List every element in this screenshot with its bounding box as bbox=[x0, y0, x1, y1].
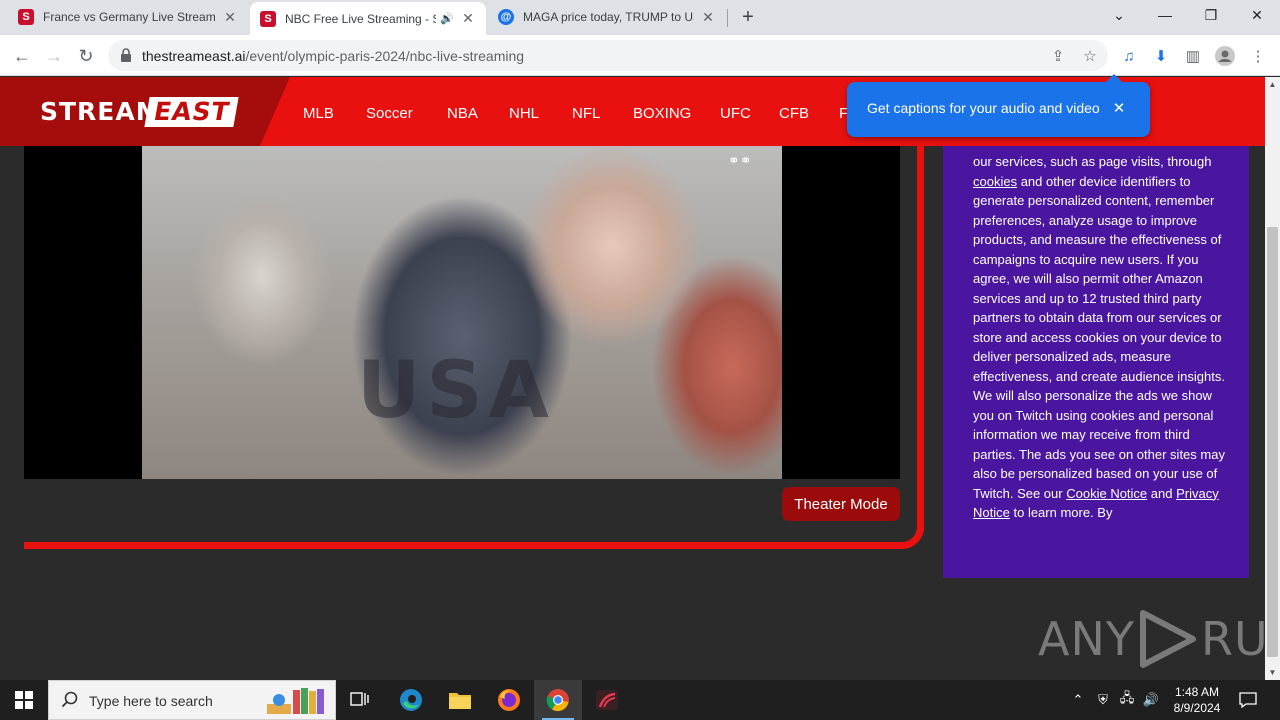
download-icon[interactable]: ⬇ bbox=[1150, 45, 1172, 67]
browser-tab-strip: S France vs Germany Live Streamin ✕ S NB… bbox=[0, 0, 1280, 35]
search-placeholder: Type here to search bbox=[89, 693, 213, 709]
share-icon[interactable]: ⇪ bbox=[1048, 46, 1068, 66]
windows-taskbar: Type here to search ⌃ ⛨ 🖧 🔊 1:48 AM 8/9/… bbox=[0, 680, 1280, 720]
tab-separator bbox=[727, 9, 728, 27]
close-tab-icon[interactable]: ✕ bbox=[222, 9, 238, 25]
tab-search-chevron-down-icon[interactable]: ⌄ bbox=[1096, 0, 1142, 30]
taskbar-search-box[interactable]: Type here to search bbox=[48, 680, 336, 720]
edge-browser-icon[interactable] bbox=[387, 680, 435, 720]
live-caption-popup: Get captions for your audio and video ✕ bbox=[847, 74, 1150, 137]
theater-mode-button[interactable]: Theater Mode bbox=[782, 487, 900, 521]
restore-button[interactable]: ❐ bbox=[1188, 0, 1234, 30]
nav-link-boxing[interactable]: BOXING bbox=[633, 105, 691, 122]
nav-link-nhl[interactable]: NHL bbox=[509, 105, 539, 122]
scroll-down-arrow-icon[interactable]: ▼ bbox=[1265, 665, 1280, 680]
task-view-icon[interactable] bbox=[336, 680, 384, 720]
scrollbar-thumb[interactable] bbox=[1267, 227, 1278, 657]
site-logo-stream[interactable]: STREAM bbox=[40, 97, 162, 126]
close-tab-icon[interactable]: ✕ bbox=[460, 10, 476, 27]
volume-icon[interactable]: 🔊 bbox=[1140, 680, 1162, 720]
url-text: thestreameast.ai/event/olympic-paris-202… bbox=[142, 48, 525, 64]
play-triangle-icon bbox=[1139, 610, 1196, 668]
firefox-icon[interactable] bbox=[485, 680, 533, 720]
windows-logo-icon bbox=[15, 691, 33, 709]
nav-link-nba[interactable]: NBA bbox=[447, 105, 478, 122]
video-overlay-text: USA bbox=[357, 346, 555, 436]
clock-time: 1:48 AM bbox=[1174, 685, 1220, 699]
red-frame-horizontal bbox=[24, 542, 904, 549]
clock-date: 8/9/2024 bbox=[1173, 701, 1221, 715]
media-controls-icon[interactable]: ♫ bbox=[1118, 45, 1140, 67]
chrome-icon[interactable] bbox=[534, 680, 582, 720]
reload-icon[interactable]: ↻ bbox=[72, 42, 100, 70]
bookmark-star-icon[interactable]: ☆ bbox=[1080, 46, 1100, 66]
books-highlight-icon bbox=[267, 688, 324, 714]
browser-toolbar: ← → ↻ thestreameast.ai/event/olympic-par… bbox=[0, 35, 1280, 76]
back-arrow-icon[interactable]: ← bbox=[8, 42, 36, 70]
close-tab-icon[interactable]: ✕ bbox=[700, 9, 716, 25]
close-icon[interactable]: ✕ bbox=[1109, 98, 1129, 118]
browser-tab-france-germany[interactable]: S France vs Germany Live Streamin ✕ bbox=[8, 2, 248, 32]
profile-avatar-icon[interactable] bbox=[1214, 45, 1236, 67]
file-explorer-icon[interactable] bbox=[436, 680, 484, 720]
nav-link-cfb[interactable]: CFB bbox=[779, 105, 809, 122]
scroll-up-arrow-icon[interactable]: ▲ bbox=[1265, 77, 1280, 92]
cookie-consent-panel: our services, such as page visits, throu… bbox=[943, 146, 1249, 578]
taskbar-clock[interactable]: 1:48 AM 8/9/2024 bbox=[1162, 684, 1232, 716]
close-window-button[interactable]: ✕ bbox=[1234, 0, 1280, 30]
cookies-link[interactable]: cookies bbox=[973, 174, 1017, 189]
tray-chevron-up-icon[interactable]: ⌃ bbox=[1068, 680, 1088, 720]
app-icon[interactable] bbox=[583, 680, 631, 720]
search-icon bbox=[61, 691, 78, 708]
lock-icon[interactable] bbox=[120, 48, 132, 62]
network-icon[interactable]: 🖧 bbox=[1116, 680, 1138, 720]
notification-center-icon[interactable] bbox=[1234, 680, 1262, 720]
nav-link-soccer[interactable]: Soccer bbox=[366, 105, 413, 122]
new-tab-button[interactable]: + bbox=[737, 6, 759, 28]
browser-menu-icon[interactable]: ⋮ bbox=[1247, 45, 1269, 67]
video-frame[interactable]: ⚭⚭ USA bbox=[142, 146, 782, 479]
browser-tab-nbc[interactable]: S NBC Free Live Streaming - S 🔊 ✕ bbox=[250, 2, 486, 35]
forward-arrow-icon[interactable]: → bbox=[40, 42, 68, 70]
browser-tab-maga[interactable]: @ MAGA price today, TRUMP to US ✕ bbox=[488, 2, 726, 32]
consent-text: our services, such as page visits, throu… bbox=[973, 154, 1225, 520]
nav-link-ufc[interactable]: UFC bbox=[720, 105, 751, 122]
streameast-favicon-icon: S bbox=[260, 10, 276, 27]
audio-playing-icon[interactable]: 🔊 bbox=[440, 12, 454, 25]
web-page: STREAM EAST MLB Soccer NBA NHL NFL BOXIN… bbox=[0, 77, 1265, 680]
captions-prompt-text: Get captions for your audio and video bbox=[867, 100, 1100, 116]
security-shield-icon[interactable]: ⛨ bbox=[1092, 680, 1114, 720]
minimize-button[interactable]: — bbox=[1142, 0, 1188, 30]
red-frame-vertical bbox=[917, 146, 924, 531]
cookie-notice-link[interactable]: Cookie Notice bbox=[1066, 486, 1147, 501]
nav-link-nfl[interactable]: NFL bbox=[572, 105, 600, 122]
streameast-favicon-icon: S bbox=[18, 9, 34, 25]
nav-link-mlb[interactable]: MLB bbox=[303, 105, 334, 122]
coin-favicon-icon: @ bbox=[498, 9, 514, 25]
site-logo-east[interactable]: EAST bbox=[144, 97, 240, 127]
tab-title: France vs Germany Live Streamin bbox=[43, 10, 216, 24]
side-panel-icon[interactable]: ▥ bbox=[1182, 45, 1204, 67]
tab-title: NBC Free Live Streaming - S bbox=[285, 11, 437, 26]
olympic-rings-icon: ⚭⚭ bbox=[728, 152, 752, 168]
page-scrollbar[interactable]: ▲ ▼ bbox=[1265, 77, 1280, 680]
start-button[interactable] bbox=[0, 680, 48, 720]
anyrun-watermark: ANY RUN bbox=[1038, 607, 1265, 671]
tab-title: MAGA price today, TRUMP to US bbox=[523, 10, 694, 24]
address-bar[interactable]: thestreameast.ai/event/olympic-paris-202… bbox=[108, 40, 1108, 71]
